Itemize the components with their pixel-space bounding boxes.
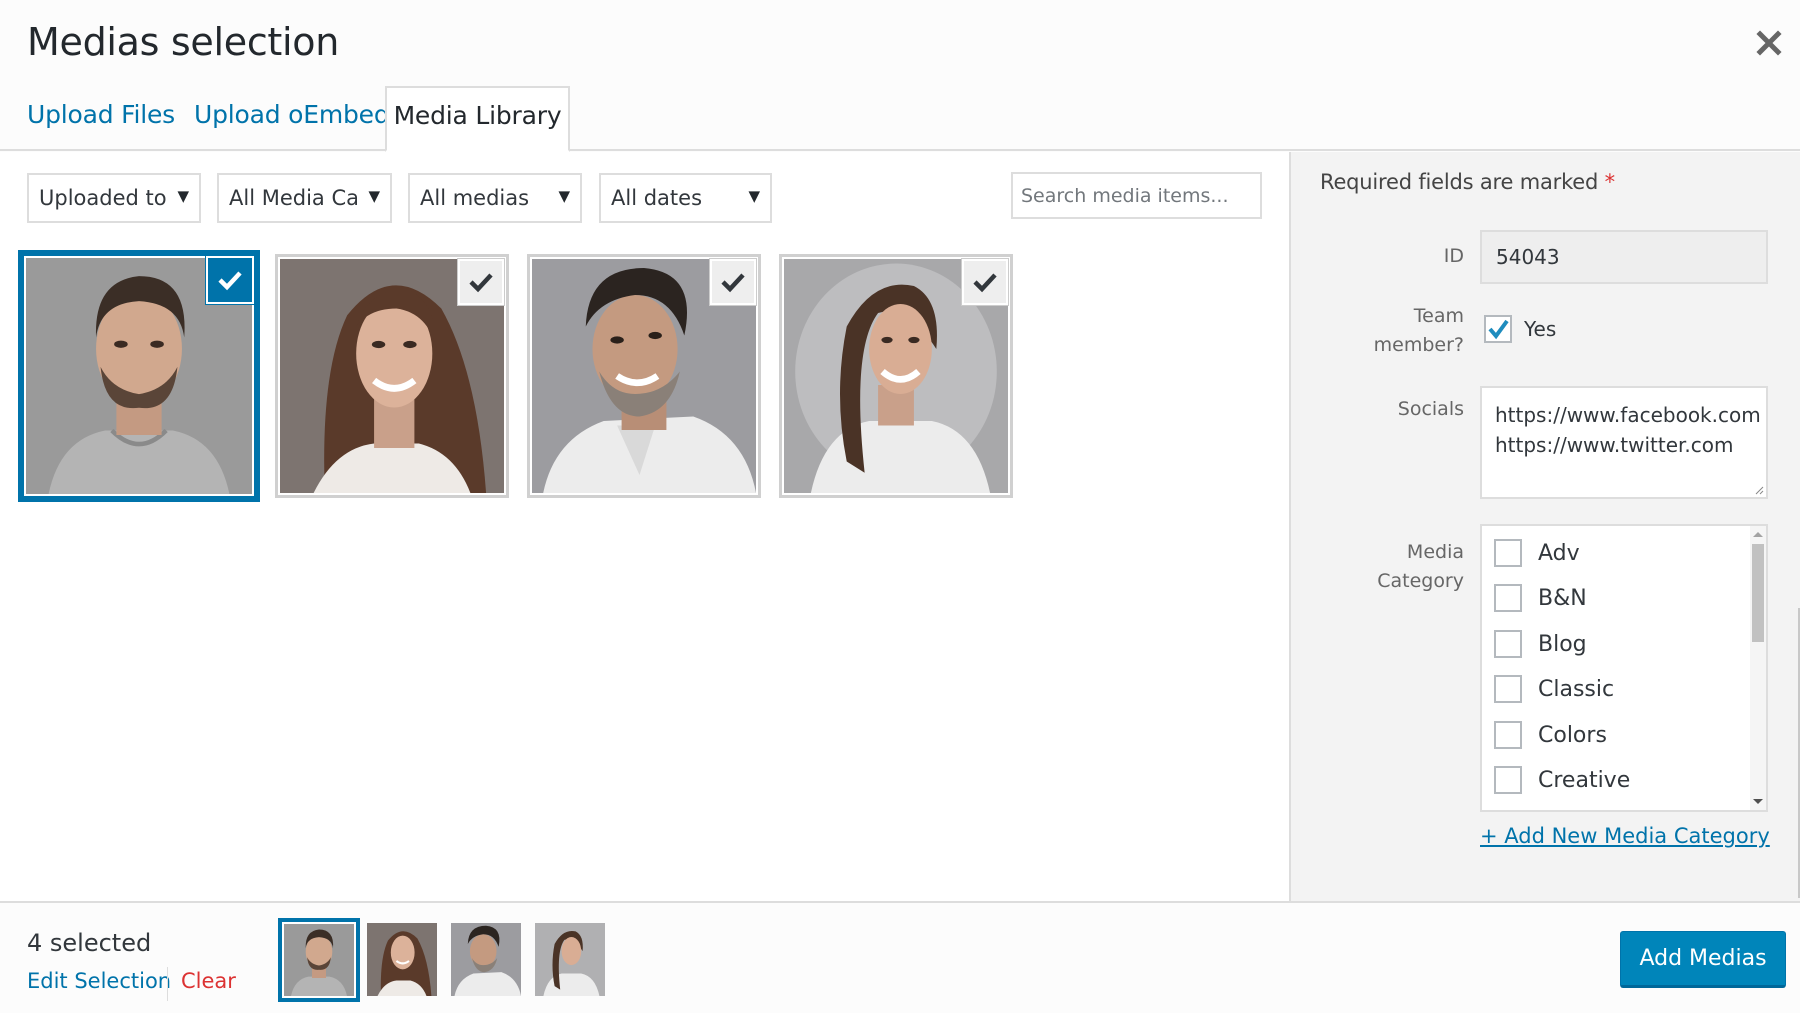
category-item-colors[interactable]: Colors (1494, 720, 1607, 750)
selection-thumbnail-image (367, 923, 437, 996)
selection-thumbnail[interactable] (278, 918, 360, 1002)
media-tile[interactable] (18, 250, 260, 502)
media-browser: Uploaded to t ▼ All Media Cat ▼ All medi… (0, 152, 1289, 901)
category-label: Colors (1538, 722, 1607, 748)
filter-uploaded-to-value: Uploaded to t (39, 186, 167, 210)
category-checkbox[interactable] (1494, 584, 1522, 612)
selection-checkbox[interactable] (710, 259, 756, 305)
team-member-checkbox[interactable] (1484, 315, 1512, 343)
category-checkbox[interactable] (1494, 630, 1522, 658)
team-member-yes-label: Yes (1524, 317, 1557, 341)
team-member-label-line1: Team (1413, 305, 1464, 327)
media-category-list: Adv B&N Blog Classic Colors Creative (1480, 524, 1768, 812)
selection-thumbnail[interactable] (451, 923, 521, 996)
filter-media-type[interactable]: All medias ▼ (408, 173, 582, 223)
divider (167, 967, 168, 1001)
team-member-label-line2: member? (1373, 334, 1464, 356)
selection-checkbox[interactable] (206, 256, 254, 304)
selected-count: 4 selected (27, 929, 152, 957)
category-item-adv[interactable]: Adv (1494, 538, 1580, 568)
close-icon (1756, 30, 1782, 56)
media-category-label-line2: Category (1377, 570, 1464, 592)
checkmark-icon (469, 273, 493, 293)
checkmark-icon (218, 271, 242, 291)
socials-label: Socials (1397, 398, 1464, 420)
checkmark-icon (1488, 319, 1509, 340)
filter-media-category[interactable]: All Media Cat ▼ (217, 173, 392, 223)
filter-media-category-value: All Media Cat (229, 186, 357, 210)
socials-textarea[interactable]: https://www.facebook.com https://www.twi… (1480, 386, 1768, 499)
add-new-media-category-link[interactable]: + Add New Media Category (1480, 824, 1770, 848)
checkmark-icon (973, 273, 997, 293)
tab-media-library[interactable]: Media Library (385, 86, 570, 152)
dropdown-arrow-icon: ▼ (748, 187, 760, 205)
category-checkbox[interactable] (1494, 539, 1522, 567)
scrollbar-thumb[interactable] (1752, 544, 1764, 642)
modal-header: Medias selection Upload Files Upload oEm… (0, 0, 1800, 152)
modal-footer: 4 selected Edit Selection Clear Add Medi… (0, 901, 1800, 1013)
socials-line: https://www.twitter.com (1495, 433, 1734, 457)
dropdown-arrow-icon: ▼ (368, 187, 380, 205)
close-button[interactable] (1752, 26, 1786, 60)
selection-thumbnail-image (284, 924, 354, 996)
filter-dates-value: All dates (611, 186, 703, 210)
id-field: 54043 (1480, 230, 1768, 284)
category-item-classic[interactable]: Classic (1494, 674, 1614, 704)
selection-thumbnail-image (451, 923, 521, 996)
required-star: * (1604, 170, 1616, 194)
category-label: Blog (1538, 631, 1587, 657)
category-label: Classic (1538, 676, 1615, 702)
filter-media-type-value: All medias (420, 186, 530, 210)
search-input[interactable] (1011, 172, 1262, 219)
clear-selection-link[interactable]: Clear (181, 969, 236, 993)
category-label: B&N (1538, 585, 1587, 611)
scroll-down-arrow-icon[interactable] (1753, 799, 1763, 804)
scroll-up-arrow-icon[interactable] (1753, 532, 1763, 537)
team-member-label: Team member? (1374, 302, 1464, 360)
category-checkbox[interactable] (1494, 675, 1522, 703)
tab-upload-files[interactable]: Upload Files (27, 100, 175, 129)
dropdown-arrow-icon: ▼ (177, 187, 189, 205)
category-checkbox[interactable] (1494, 721, 1522, 749)
category-checkbox[interactable] (1494, 766, 1522, 794)
add-medias-button[interactable]: Add Medias (1620, 931, 1786, 988)
filter-dates[interactable]: All dates ▼ (599, 173, 772, 223)
id-label: ID (1443, 245, 1464, 267)
attachment-details-sidebar: Required fields are marked * ID 54043 Te… (1289, 152, 1800, 901)
edit-selection-link[interactable]: Edit Selection (27, 969, 171, 993)
required-fields-note: Required fields are marked * (1320, 170, 1615, 194)
category-item-bn[interactable]: B&N (1494, 583, 1587, 613)
selection-thumbnail-image (535, 923, 605, 996)
media-tile[interactable] (275, 254, 509, 498)
media-tile[interactable] (527, 254, 761, 498)
selection-checkbox[interactable] (962, 259, 1008, 305)
selection-checkbox[interactable] (458, 259, 504, 305)
filter-uploaded-to[interactable]: Uploaded to t ▼ (27, 173, 201, 223)
dropdown-arrow-icon: ▼ (558, 187, 570, 205)
media-category-label-line1: Media (1406, 541, 1464, 563)
tab-upload-oembed[interactable]: Upload oEmbed (194, 100, 390, 129)
category-item-blog[interactable]: Blog (1494, 629, 1587, 659)
required-note-text: Required fields are marked (1320, 170, 1599, 194)
category-item-creative[interactable]: Creative (1494, 765, 1630, 795)
modal-title: Medias selection (27, 20, 340, 64)
socials-line: https://www.facebook.com (1495, 403, 1761, 427)
selection-thumbnail[interactable] (367, 923, 437, 996)
checkmark-icon (721, 273, 745, 293)
category-scrollbar[interactable] (1750, 526, 1766, 810)
media-tile[interactable] (779, 254, 1013, 498)
media-category-label: Media Category (1377, 538, 1464, 596)
category-label: Adv (1538, 540, 1580, 566)
resize-grip-icon[interactable] (1754, 485, 1764, 495)
selection-thumbnail[interactable] (535, 923, 605, 996)
category-label: Creative (1538, 767, 1631, 793)
